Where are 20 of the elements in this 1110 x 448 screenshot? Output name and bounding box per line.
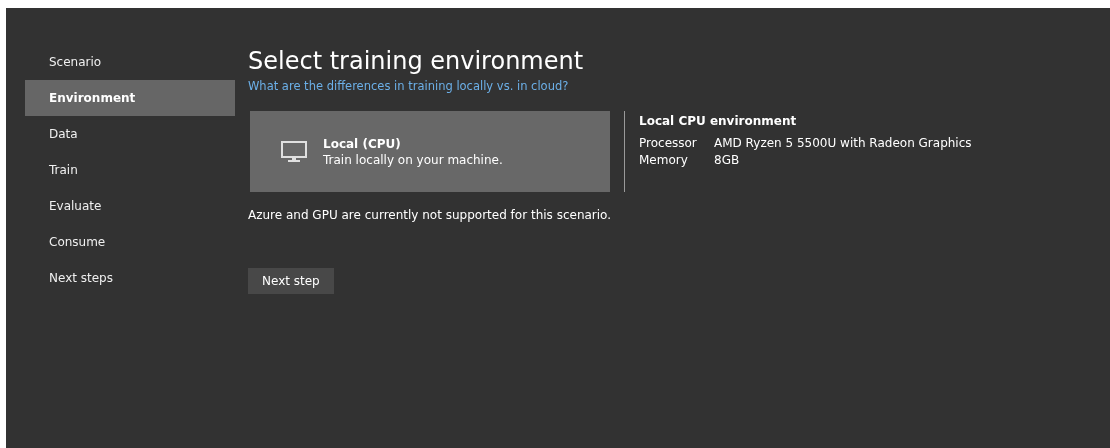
next-step-button[interactable]: Next step — [248, 268, 334, 294]
option-title: Local (CPU) — [323, 135, 402, 152]
details-title: Local CPU environment — [639, 113, 798, 130]
monitor-icon — [281, 140, 307, 163]
detail-label: Processor — [639, 135, 698, 152]
sidebar-item[interactable]: Consume — [25, 224, 235, 260]
page-title: Select training environment — [248, 46, 584, 77]
sidebar-item[interactable]: Evaluate — [25, 188, 235, 224]
detail-value: 8GB — [714, 152, 740, 169]
detail-value: AMD Ryzen 5 5500U with Radeon Graphics — [714, 135, 972, 152]
sidebar-item[interactable]: Next steps — [25, 260, 235, 296]
sidebar-item[interactable]: Scenario — [25, 44, 235, 80]
detail-label: Memory — [639, 152, 689, 169]
environment-option-card[interactable]: Local (CPU) Train locally on your machine. — [250, 111, 610, 192]
sidebar-item[interactable]: Environment — [25, 80, 235, 116]
help-link[interactable]: What are the differences in training locally vs. in cloud? — [248, 79, 569, 93]
sidebar-item[interactable]: Train — [25, 152, 235, 188]
option-description: Train locally on your machine. — [323, 151, 503, 168]
support-note: Azure and GPU are currently not supported for this scenario. — [248, 208, 612, 222]
sidebar-item[interactable]: Data — [25, 116, 235, 152]
